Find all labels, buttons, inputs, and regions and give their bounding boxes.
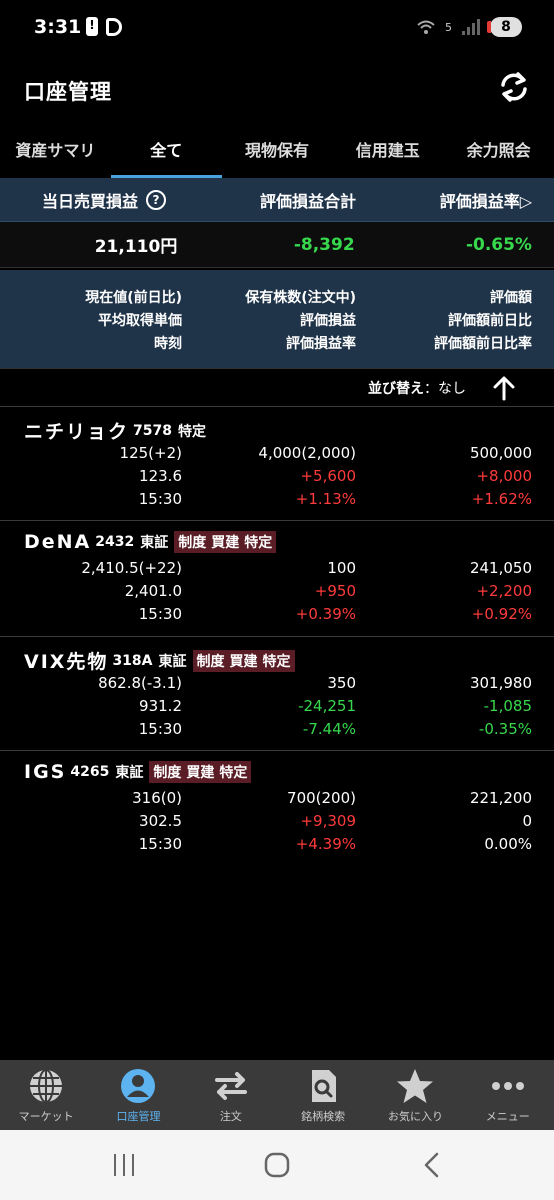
account-type-tag: 特定	[177, 423, 206, 440]
stock-market: 東証	[158, 653, 187, 670]
page-title: 口座管理	[24, 80, 112, 104]
status-bar: 3:31 5 8	[0, 0, 554, 56]
nav-favorites[interactable]: お気に入り	[369, 1060, 461, 1130]
daily-pnl-value: 21,110円	[94, 237, 178, 257]
stock-name: IGS	[24, 761, 67, 783]
margin-tags: 制度 買建 特定	[192, 649, 295, 672]
alert-icon	[86, 17, 98, 36]
account-icon	[121, 1069, 156, 1103]
status-icons-left	[86, 17, 122, 36]
wifi-icon	[417, 20, 435, 34]
stock-row-3: 15:30 +4.39% 0.00%	[138, 835, 532, 853]
refresh-icon[interactable]	[496, 69, 532, 105]
stock-row-1: 125(+2) 4,000(2,000) 500,000	[119, 444, 532, 462]
stock-name: ニチリョク	[24, 421, 130, 443]
stock-search-icon	[312, 1070, 337, 1102]
tab-cash-holdings[interactable]: 現物保有	[222, 126, 333, 178]
daily-pnl-header: 当日売買損益 ?	[0, 188, 188, 212]
stock-item-dena[interactable]: DeNA 2432 東証 制度 買建 特定 2,410.5(+22) 100 241…	[0, 520, 554, 636]
more-dots-icon	[491, 1082, 524, 1090]
globe-icon	[30, 1069, 63, 1103]
stock-item-nichiryoku[interactable]: ニチリョク 7578 特定 125(+2) 4,000(2,000) 500,0…	[0, 406, 554, 520]
stock-row-1: 862.8(-3.1) 350 301,980	[98, 674, 532, 692]
order-arrows-icon	[214, 1072, 247, 1100]
stock-code: 2432	[95, 534, 135, 550]
legend-row-1: 現在値(前日比) 保有株数(注文中) 評価額	[85, 290, 532, 306]
nav-menu[interactable]: メニュー	[462, 1060, 554, 1130]
signal-icon	[462, 19, 480, 35]
tab-all[interactable]: 全て	[110, 126, 222, 178]
help-icon[interactable]: ?	[146, 189, 166, 210]
stock-market: 東証	[140, 535, 169, 551]
stock-code: 4265	[70, 764, 110, 780]
stock-row-2: 302.5 +9,309 0	[139, 812, 532, 830]
margin-tags: 制度 買建 特定	[174, 531, 277, 553]
status-time: 3:31	[34, 16, 82, 38]
tab-asset-summary[interactable]: 資産サマリ	[0, 126, 111, 178]
nav-account[interactable]: 口座管理	[92, 1060, 184, 1130]
stock-name: VIX先物	[24, 651, 109, 673]
stock-row-2: 931.2 -24,251 -1,085	[139, 697, 532, 715]
nav-stock-search[interactable]: 銘柄検索	[277, 1060, 369, 1130]
stock-market: 東証	[115, 765, 144, 781]
tab-bar: 資産サマリ 全て 現物保有 信用建玉 余力照会	[0, 126, 554, 178]
total-pnl-header: 評価損益合計	[259, 191, 356, 211]
tab-margin-positions[interactable]: 信用建玉	[332, 126, 443, 178]
stock-row-2: 2,401.0 +950 +2,200	[124, 582, 532, 600]
legend-row-2: 平均取得単価 評価損益 評価額前日比	[98, 313, 532, 329]
stock-item-vix[interactable]: VIX先物 318A 東証 制度 買建 特定 862.8(-3.1) 350 301…	[0, 636, 554, 750]
system-nav-bar	[0, 1130, 554, 1200]
sort-row: 並び替え：なし	[0, 368, 554, 406]
stock-code: 7578	[133, 422, 172, 439]
recent-apps-icon[interactable]	[112, 1152, 136, 1178]
stock-row-3: 15:30 -7.44% -0.35%	[138, 720, 532, 738]
stock-row-2: 123.6 +5,600 +8,000	[139, 467, 532, 485]
column-legend: 現在値(前日比) 保有株数(注文中) 評価額 平均取得単価 評価損益 評価額前日…	[0, 270, 554, 368]
summary-header: 当日売買損益 ? 評価損益合計 評価損益率▷	[0, 178, 554, 222]
app-notification-icon	[106, 17, 122, 36]
summary-values: 21,110円 -8,392 -0.65%	[0, 222, 554, 268]
home-icon[interactable]	[264, 1152, 290, 1178]
tab-buying-power[interactable]: 余力照会	[443, 126, 554, 178]
bottom-nav: マーケット 口座管理 注文 銘柄検索 お気に入り メニュー	[0, 1060, 554, 1130]
pnl-rate-value: -0.65%	[465, 234, 532, 255]
sort-control[interactable]: 並び替え：なし	[368, 378, 466, 398]
nav-order[interactable]: 注文	[185, 1060, 277, 1130]
pnl-rate-header[interactable]: 評価損益率▷	[364, 188, 554, 212]
stock-row-1: 316(0) 700(200) 221,200	[132, 789, 532, 807]
back-icon[interactable]	[422, 1152, 442, 1178]
star-icon	[397, 1069, 434, 1103]
total-pnl-value: -8,392	[293, 234, 355, 255]
stock-row-1: 2,410.5(+22) 100 241,050	[81, 559, 532, 577]
battery-badge: 8	[487, 17, 522, 37]
stock-name: DeNA	[24, 531, 92, 553]
stock-row-3: 15:30 +1.13% +1.62%	[138, 490, 532, 508]
stock-item-igs[interactable]: IGS 4265 東証 制度 買建 特定 316(0) 700(200) 221,2…	[0, 750, 554, 866]
stock-row-3: 15:30 +0.39% +0.92%	[138, 605, 532, 623]
nav-market[interactable]: マーケット	[0, 1060, 92, 1130]
legend-row-3: 時刻 評価損益率 評価額前日比率	[154, 336, 532, 352]
sort-up-arrow-icon[interactable]	[492, 375, 516, 401]
status-icons-right: 5 8	[417, 17, 522, 37]
stock-code: 318A	[112, 652, 153, 669]
app-header: 口座管理	[0, 56, 554, 122]
margin-tags: 制度 買建 特定	[149, 761, 252, 783]
wifi-label: 5	[445, 20, 452, 34]
